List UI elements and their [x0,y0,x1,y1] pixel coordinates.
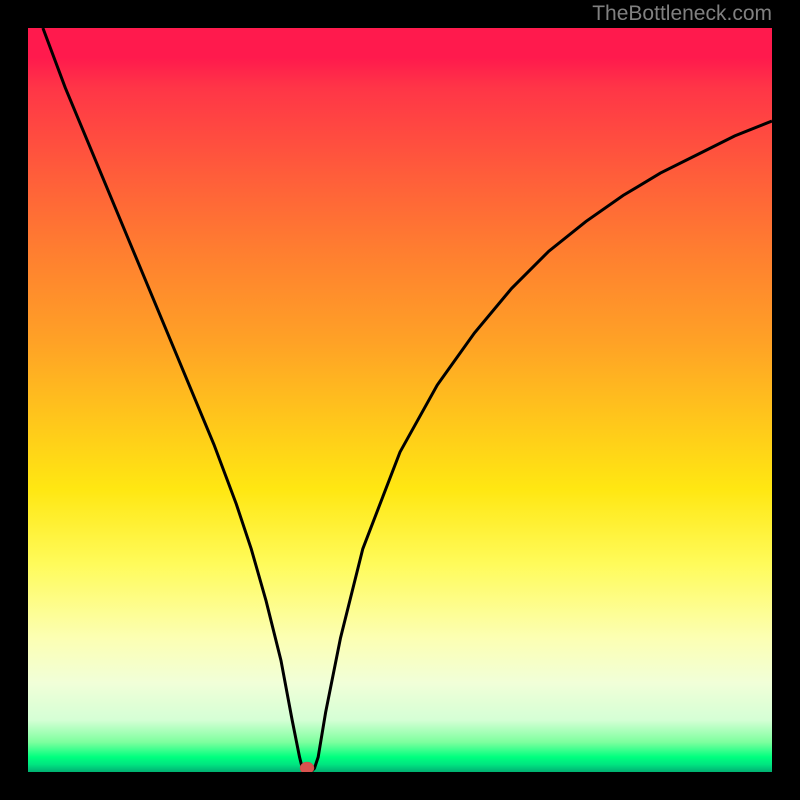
optimal-point-marker [300,762,314,772]
bottleneck-chart [28,28,772,772]
plot-area [28,28,772,772]
attribution-label: TheBottleneck.com [592,2,772,26]
bottleneck-curve-line [43,28,772,772]
